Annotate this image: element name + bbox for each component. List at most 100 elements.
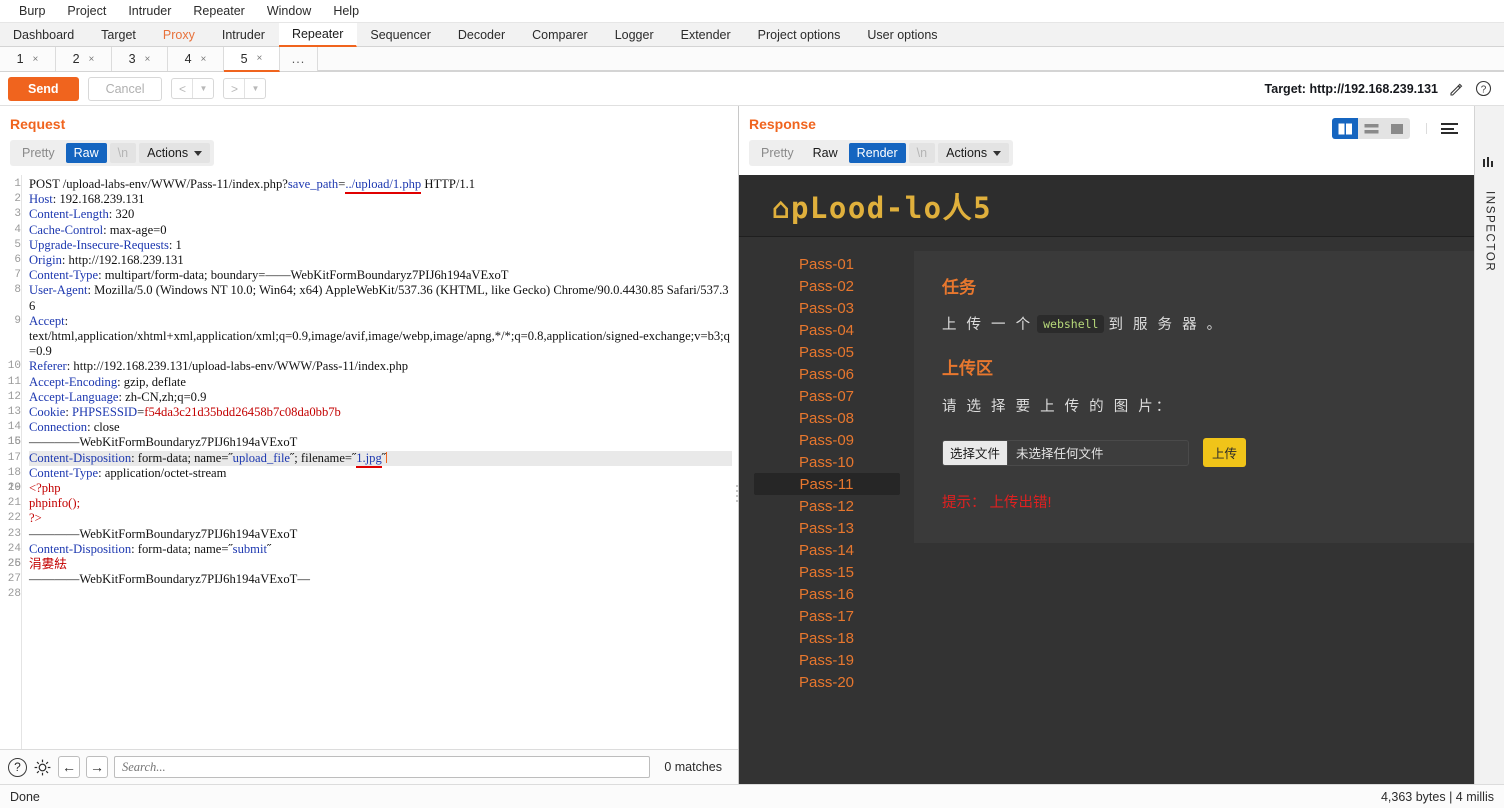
nav-link-pass-17[interactable]: Pass-17: [754, 605, 900, 627]
close-icon[interactable]: ×: [33, 54, 39, 65]
response-tab-pretty[interactable]: Pretty: [753, 143, 802, 163]
menu-item-burp[interactable]: Burp: [8, 2, 56, 20]
repeater-tab-overflow[interactable]: ...: [280, 47, 318, 71]
nav-link-pass-10[interactable]: Pass-10: [754, 451, 900, 473]
request-header: Request Pretty Raw \n Actions: [0, 106, 738, 175]
nav-link-pass-08[interactable]: Pass-08: [754, 407, 900, 429]
gear-icon[interactable]: [33, 758, 52, 777]
request-text-segment: POST /upload-labs-env/WWW/Pass-11/index.…: [29, 177, 288, 191]
tab-dashboard[interactable]: Dashboard: [0, 23, 88, 46]
nav-link-pass-15[interactable]: Pass-15: [754, 561, 900, 583]
tab-logger[interactable]: Logger: [602, 23, 668, 46]
tab-comparer[interactable]: Comparer: [519, 23, 602, 46]
nav-link-pass-16[interactable]: Pass-16: [754, 583, 900, 605]
repeater-tab-4[interactable]: 4 ×: [168, 47, 224, 71]
split-vertical-icon[interactable]: [1332, 118, 1358, 139]
arrow-left-icon[interactable]: ←: [58, 756, 80, 778]
nav-link-pass-04[interactable]: Pass-04: [754, 319, 900, 341]
send-button[interactable]: Send: [8, 76, 79, 101]
nav-link-pass-09[interactable]: Pass-09: [754, 429, 900, 451]
response-tab-render[interactable]: Render: [848, 143, 906, 163]
request-actions-button[interactable]: Actions: [139, 143, 211, 163]
nav-link-pass-05[interactable]: Pass-05: [754, 341, 900, 363]
pane-resize-handle[interactable]: [736, 485, 738, 503]
response-actions-button[interactable]: Actions: [938, 143, 1010, 163]
repeater-tab-5[interactable]: 5 ×: [224, 47, 280, 72]
single-pane-icon[interactable]: [1384, 118, 1410, 139]
repeater-tab-label: 3: [128, 52, 136, 66]
webshell-code-chip: webshell: [1037, 314, 1105, 333]
choose-file-button[interactable]: 选择文件: [943, 440, 1009, 465]
search-input[interactable]: [114, 756, 651, 778]
nav-link-pass-14[interactable]: Pass-14: [754, 539, 900, 561]
pencil-icon[interactable]: [1447, 80, 1465, 98]
tab-repeater[interactable]: Repeater: [278, 23, 358, 47]
tab-intruder[interactable]: Intruder: [209, 23, 279, 46]
tab-extender[interactable]: Extender: [668, 23, 745, 46]
tab-project-options[interactable]: Project options: [745, 23, 855, 46]
inspector-rail[interactable]: INSPECTOR: [1474, 106, 1504, 784]
history-back-icon[interactable]: <: [172, 79, 192, 98]
tab-target[interactable]: Target: [88, 23, 150, 46]
request-text-segment: User-Agent: [29, 283, 88, 298]
nav-link-pass-13[interactable]: Pass-13: [754, 517, 900, 539]
question-icon[interactable]: ?: [1474, 80, 1492, 98]
history-forward-group[interactable]: > ▼: [223, 78, 267, 99]
menu-item-help[interactable]: Help: [322, 2, 370, 20]
repeater-tab-2[interactable]: 2 ×: [56, 47, 112, 71]
tab-user-options[interactable]: User options: [854, 23, 951, 46]
line-number: 3: [14, 208, 21, 221]
close-icon[interactable]: ×: [89, 54, 95, 65]
tab-proxy[interactable]: Proxy: [150, 23, 209, 46]
question-icon[interactable]: ?: [8, 757, 27, 777]
request-text-segment: : zh-CN,zh;q=0.9: [118, 389, 207, 404]
nav-link-pass-20[interactable]: Pass-20: [754, 671, 900, 693]
request-text-segment: Accept: [29, 313, 65, 328]
request-text-segment: ˝; filename=˝: [290, 450, 357, 465]
request-editor[interactable]: 1 2 3 4 5 6 7 8 9 10 11 12 13 14 15 16 17 18 19 20 21 22 23 24 2…: [0, 175, 738, 749]
nav-link-pass-19[interactable]: Pass-19: [754, 649, 900, 671]
arrow-right-icon[interactable]: →: [86, 756, 108, 778]
response-tab-raw[interactable]: Raw: [805, 143, 846, 163]
request-tab-n[interactable]: \n: [109, 143, 137, 163]
menu-item-intruder[interactable]: Intruder: [117, 2, 182, 20]
request-tab-raw[interactable]: Raw: [65, 143, 107, 163]
nav-link-pass-12[interactable]: Pass-12: [754, 495, 900, 517]
close-icon[interactable]: ×: [145, 54, 151, 65]
inspector-icon[interactable]: [1482, 156, 1498, 175]
request-text-segment: : multipart/form-data; boundary=——WebKit…: [98, 268, 509, 283]
request-line: Host: 192.168.239.131: [29, 192, 732, 207]
close-icon[interactable]: ×: [201, 54, 207, 65]
request-line: Origin: http://192.168.239.131: [29, 253, 732, 268]
history-back-dropdown-icon[interactable]: ▼: [193, 79, 213, 98]
hamburger-icon[interactable]: [1426, 123, 1458, 134]
nav-link-pass-07[interactable]: Pass-07: [754, 385, 900, 407]
tab-decoder[interactable]: Decoder: [445, 23, 519, 46]
nav-link-pass-03[interactable]: Pass-03: [754, 297, 900, 319]
history-forward-dropdown-icon[interactable]: ▼: [245, 79, 265, 98]
request-raw-text[interactable]: POST /upload-labs-env/WWW/Pass-11/index.…: [22, 175, 738, 749]
history-forward-icon[interactable]: >: [224, 79, 244, 98]
menu-item-repeater[interactable]: Repeater: [182, 2, 255, 20]
nav-link-pass-01[interactable]: Pass-01: [754, 253, 900, 275]
tab-sequencer[interactable]: Sequencer: [357, 23, 444, 46]
nav-link-pass-06[interactable]: Pass-06: [754, 363, 900, 385]
file-input[interactable]: 选择文件 未选择任何文件: [942, 439, 1189, 466]
menu-item-window[interactable]: Window: [256, 2, 322, 20]
cancel-button[interactable]: Cancel: [87, 76, 163, 101]
line-number: 1: [14, 178, 21, 190]
nav-link-pass-18[interactable]: Pass-18: [754, 627, 900, 649]
nav-link-pass-02[interactable]: Pass-02: [754, 275, 900, 297]
history-back-group[interactable]: < ▼: [171, 78, 215, 99]
request-title: Request: [10, 116, 66, 132]
close-icon[interactable]: ×: [257, 53, 263, 64]
request-line: Content-Length: 320: [29, 207, 732, 222]
response-tab-n[interactable]: \n: [908, 143, 936, 163]
repeater-tab-1[interactable]: 1 ×: [0, 47, 56, 71]
upload-submit-button[interactable]: 上传: [1203, 438, 1247, 467]
request-tab-pretty[interactable]: Pretty: [14, 143, 63, 163]
split-horizontal-icon[interactable]: [1358, 118, 1384, 139]
menu-item-project[interactable]: Project: [56, 2, 117, 20]
repeater-tab-3[interactable]: 3 ×: [112, 47, 168, 71]
nav-link-pass-11[interactable]: Pass-11: [753, 473, 900, 495]
